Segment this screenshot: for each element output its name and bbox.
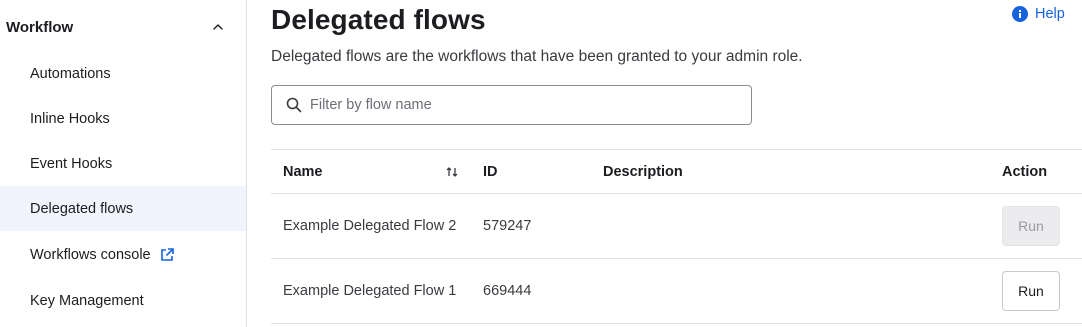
page-title: Delegated flows: [271, 4, 486, 35]
sort-icon: [446, 166, 458, 177]
sidebar-item-event-hooks[interactable]: Event Hooks: [0, 141, 246, 186]
table-divider: [271, 323, 1082, 324]
column-header-action: Action: [1002, 163, 1048, 180]
column-header-description: Description: [603, 163, 683, 180]
flow-name: Example Delegated Flow 2: [283, 218, 457, 234]
search-input[interactable]: [310, 97, 730, 113]
help-label: Help: [1035, 6, 1065, 22]
column-header-name[interactable]: Name: [283, 150, 323, 193]
sidebar-item-delegated-flows[interactable]: Delegated flows: [0, 186, 246, 231]
page-subtitle: Delegated flows are the workflows that h…: [271, 48, 803, 65]
sidebar-item-label: Delegated flows: [30, 200, 134, 217]
sidebar-item-key-management[interactable]: Key Management: [0, 278, 246, 323]
run-button: Run: [1002, 206, 1060, 246]
search-icon: [286, 97, 302, 113]
flow-id: 579247: [483, 218, 532, 234]
table-row: Example Delegated Flow 1 669444 Run: [271, 258, 1082, 323]
table-row: Example Delegated Flow 2 579247 Run: [271, 193, 1082, 258]
sidebar-item-label: Workflows console: [30, 246, 151, 263]
sort-button[interactable]: [445, 150, 459, 193]
sidebar-item-automations[interactable]: Automations: [0, 51, 246, 96]
sidebar-item-label: Event Hooks: [30, 155, 113, 172]
search-box: [271, 85, 752, 125]
sidebar-item-inline-hooks[interactable]: Inline Hooks: [0, 96, 246, 141]
chevron-up-icon: [213, 24, 223, 30]
sidebar-section-title: Workflow: [6, 18, 74, 36]
sidebar-item-label: Key Management: [30, 292, 144, 309]
run-button[interactable]: Run: [1002, 271, 1060, 311]
sidebar-section-workflow[interactable]: Workflow: [0, 0, 246, 54]
delegated-flows-table: Name ID Description Action Example Deleg…: [271, 149, 1082, 324]
info-icon: [1012, 6, 1028, 22]
flow-name: Example Delegated Flow 1: [283, 283, 457, 299]
sidebar: Workflow Automations Inline Hooks Event …: [0, 0, 247, 327]
sidebar-item-workflows-console[interactable]: Workflows console: [0, 232, 246, 277]
flow-id: 669444: [483, 283, 532, 299]
external-link-icon: [160, 247, 174, 261]
sidebar-item-label: Automations: [30, 65, 111, 82]
table-header-row: Name ID Description Action: [271, 149, 1082, 193]
help-link[interactable]: Help: [1012, 6, 1065, 22]
sidebar-item-label: Inline Hooks: [30, 110, 110, 127]
column-header-id: ID: [483, 163, 498, 180]
